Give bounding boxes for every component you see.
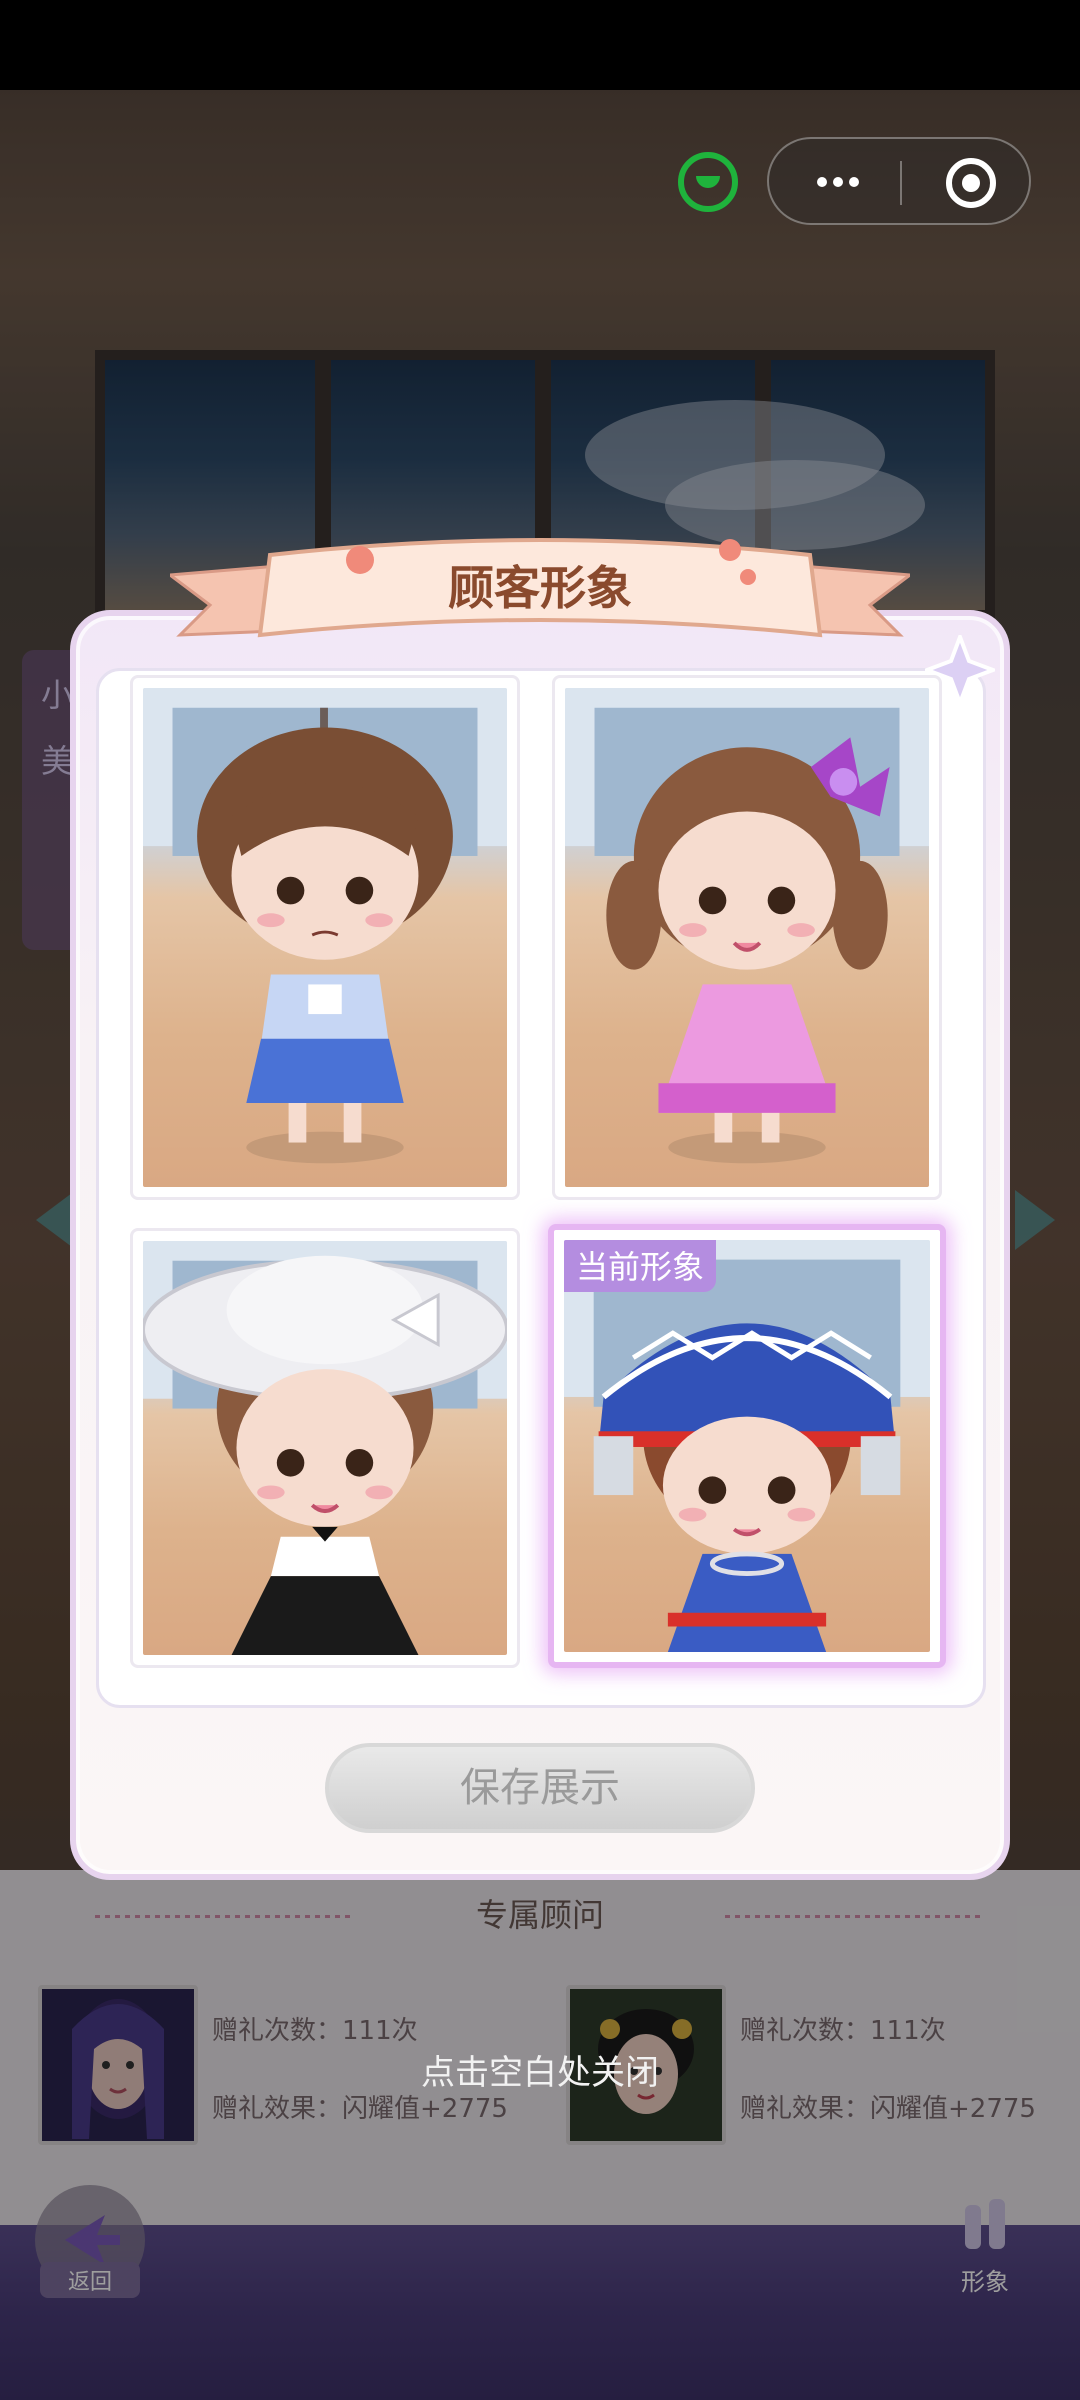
look-image — [143, 1241, 507, 1655]
look-tile-ethnic-headdress[interactable]: 当前形象 — [548, 1224, 946, 1668]
look-image — [143, 688, 507, 1187]
look-image: 当前形象 — [564, 1240, 930, 1652]
look-tile-school-uniform[interactable] — [130, 675, 520, 1200]
look-tile-pink-dress[interactable] — [552, 675, 942, 1200]
exit-miniprogram-icon[interactable] — [946, 158, 996, 208]
save-display-button[interactable]: 保存展示 — [325, 1743, 755, 1833]
miniprogram-capsule — [767, 137, 1031, 225]
chat-status-icon[interactable] — [678, 152, 738, 212]
look-image — [565, 688, 929, 1187]
current-look-badge: 当前形象 — [564, 1240, 717, 1292]
close-hint: 点击空白处关闭 — [421, 2053, 659, 2093]
look-tile-white-hat[interactable] — [130, 1228, 520, 1668]
more-options-icon[interactable] — [809, 167, 869, 197]
modal-title: 顾客形象 — [448, 561, 632, 615]
